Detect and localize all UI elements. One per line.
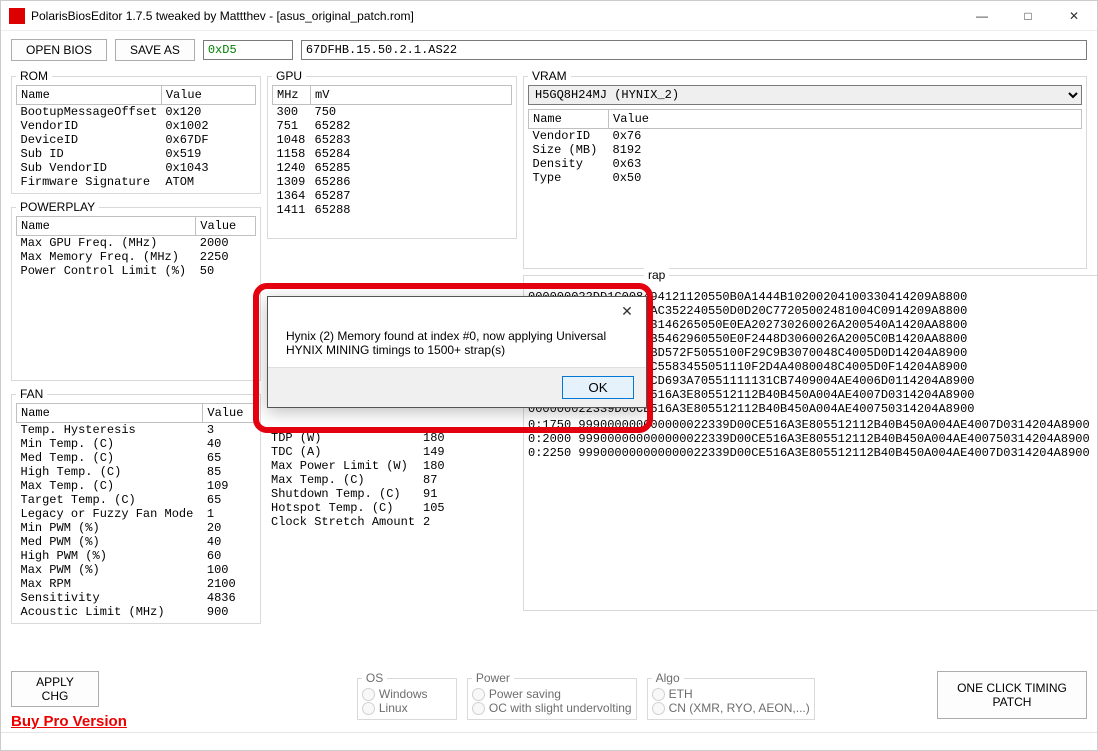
close-button[interactable]: ✕ (1051, 1, 1097, 30)
power-saving-radio (472, 688, 485, 701)
algo-group: Algo ETH CN (XMR, RYO, AEON,...) (647, 671, 815, 720)
table-row[interactable]: VendorID0x76 (529, 129, 1082, 144)
vram-legend: VRAM (528, 69, 571, 83)
toolbar: OPEN BIOS SAVE AS 0xD5 67DFHB.15.50.2.1.… (1, 31, 1097, 69)
rom-legend: ROM (16, 69, 52, 83)
table-row[interactable]: Max Power Limit (W)180 (267, 459, 517, 473)
strap-line[interactable]: 0:1750 999000000000000022339D00CE516A3E8… (528, 418, 1098, 432)
table-row[interactable]: 104865283 (273, 133, 512, 147)
os-linux-radio (362, 702, 375, 715)
table-row[interactable]: Sub VendorID0x1043 (17, 161, 256, 175)
message-dialog: ✕ Hynix (2) Memory found at index #0, no… (267, 296, 647, 408)
table-row[interactable]: 75165282 (273, 119, 512, 133)
powerplay-legend: POWERPLAY (16, 200, 99, 214)
rom-group: ROM NameValue BootupMessageOffset0x120Ve… (11, 69, 261, 194)
status-bar (1, 732, 1097, 750)
save-as-button[interactable]: SAVE AS (115, 39, 195, 61)
strap-line[interactable]: 0:2250 999000000000000022339D00CE516A3E8… (528, 446, 1098, 460)
maximize-button[interactable]: □ (1005, 1, 1051, 30)
table-row[interactable]: Type0x50 (529, 171, 1082, 185)
hex-field[interactable]: 0xD5 (203, 40, 293, 60)
table-row[interactable]: Acoustic Limit (MHz)900 (17, 605, 256, 619)
os-windows-radio (362, 688, 375, 701)
vram-select[interactable]: H5GQ8H24MJ (HYNIX_2) (528, 85, 1082, 105)
table-row[interactable]: Max Memory Freq. (MHz)2250 (17, 250, 256, 264)
power-group: Power Power saving OC with slight underv… (467, 671, 637, 720)
table-row[interactable]: Hotspot Temp. (C)105 (267, 501, 517, 515)
gpu-legend: GPU (272, 69, 306, 83)
main-window: PolarisBiosEditor 1.7.5 tweaked by Mattt… (0, 0, 1098, 751)
table-row[interactable]: Max Temp. (C)109 (17, 479, 256, 493)
table-row[interactable]: Max PWM (%)100 (17, 563, 256, 577)
table-row[interactable]: Max RPM2100 (17, 577, 256, 591)
bottom-bar: APPLY CHG Buy Pro Version OS Windows Lin… (1, 667, 1097, 730)
table-row[interactable]: Clock Stretch Amount2 (267, 515, 517, 529)
table-row[interactable]: 124065285 (273, 161, 512, 175)
gpu-group: GPU MHzmV 300750751652821048652831158652… (267, 69, 517, 239)
app-icon (9, 8, 25, 24)
table-row[interactable]: DeviceID0x67DF (17, 133, 256, 147)
table-row[interactable]: Legacy or Fuzzy Fan Mode1 (17, 507, 256, 521)
vram-group: VRAM H5GQ8H24MJ (HYNIX_2) NameValue Vend… (523, 69, 1087, 269)
table-row[interactable]: BootupMessageOffset0x120 (17, 105, 256, 120)
algo-cn-radio (652, 702, 665, 715)
table-row[interactable]: High PWM (%)60 (17, 549, 256, 563)
strap-line[interactable]: 0:2000 999000000000000022339D00CE516A3E8… (528, 432, 1098, 446)
table-row[interactable]: Size (MB)8192 (529, 143, 1082, 157)
table-row[interactable]: 141165288 (273, 203, 512, 217)
window-title: PolarisBiosEditor 1.7.5 tweaked by Mattt… (31, 9, 959, 23)
table-row[interactable]: TDP (W)180 (267, 431, 517, 445)
table-row[interactable]: Shutdown Temp. (C)91 (267, 487, 517, 501)
minimize-button[interactable]: ― (959, 1, 1005, 30)
open-bios-button[interactable]: OPEN BIOS (11, 39, 107, 61)
powertune-extra: TDP (W)180TDC (A)149Max Power Limit (W)1… (267, 431, 517, 529)
table-row[interactable]: Max GPU Freq. (MHz)2000 (17, 236, 256, 251)
apply-chg-button[interactable]: APPLY CHG (11, 671, 99, 707)
one-click-timing-button[interactable]: ONE CLICK TIMING PATCH (937, 671, 1087, 719)
table-row[interactable]: Temp. Hysteresis3 (17, 423, 256, 438)
table-row[interactable]: 300750 (273, 105, 512, 120)
table-row[interactable]: Max Temp. (C)87 (267, 473, 517, 487)
table-row[interactable]: Min Temp. (C)40 (17, 437, 256, 451)
buy-pro-link[interactable]: Buy Pro Version (11, 713, 127, 730)
table-row[interactable]: High Temp. (C)85 (17, 465, 256, 479)
table-row[interactable]: Sensitivity4836 (17, 591, 256, 605)
table-row[interactable]: 136465287 (273, 189, 512, 203)
straps-scrollbar[interactable] (528, 590, 1098, 606)
table-row[interactable]: Sub ID0x519 (17, 147, 256, 161)
table-row[interactable]: Target Temp. (C)65 (17, 493, 256, 507)
table-row[interactable]: Density0x63 (529, 157, 1082, 171)
table-row[interactable]: Med PWM (%)40 (17, 535, 256, 549)
table-row[interactable]: VendorID0x1002 (17, 119, 256, 133)
table-row[interactable]: Med Temp. (C)65 (17, 451, 256, 465)
table-row[interactable]: 115865284 (273, 147, 512, 161)
os-group: OS Windows Linux (357, 671, 457, 720)
power-oc-radio (472, 702, 485, 715)
dialog-ok-button[interactable]: OK (562, 376, 634, 399)
fan-legend: FAN (16, 387, 47, 401)
table-row[interactable]: Firmware SignatureATOM (17, 175, 256, 189)
table-row[interactable]: Min PWM (%)20 (17, 521, 256, 535)
dialog-close-button[interactable]: ✕ (608, 303, 646, 320)
window-controls: ― □ ✕ (959, 1, 1097, 30)
powerplay-group: POWERPLAY NameValue Max GPU Freq. (MHz)2… (11, 200, 261, 381)
algo-eth-radio (652, 688, 665, 701)
dialog-message: Hynix (2) Memory found at index #0, now … (268, 325, 646, 367)
fan-group: FAN NameValue Temp. Hysteresis3Min Temp.… (11, 387, 261, 624)
rom-info-field[interactable]: 67DFHB.15.50.2.1.AS22 (301, 40, 1087, 60)
titlebar: PolarisBiosEditor 1.7.5 tweaked by Mattt… (1, 1, 1097, 31)
table-row[interactable]: Power Control Limit (%)50 (17, 264, 256, 278)
table-row[interactable]: 130965286 (273, 175, 512, 189)
table-row[interactable]: TDC (A)149 (267, 445, 517, 459)
